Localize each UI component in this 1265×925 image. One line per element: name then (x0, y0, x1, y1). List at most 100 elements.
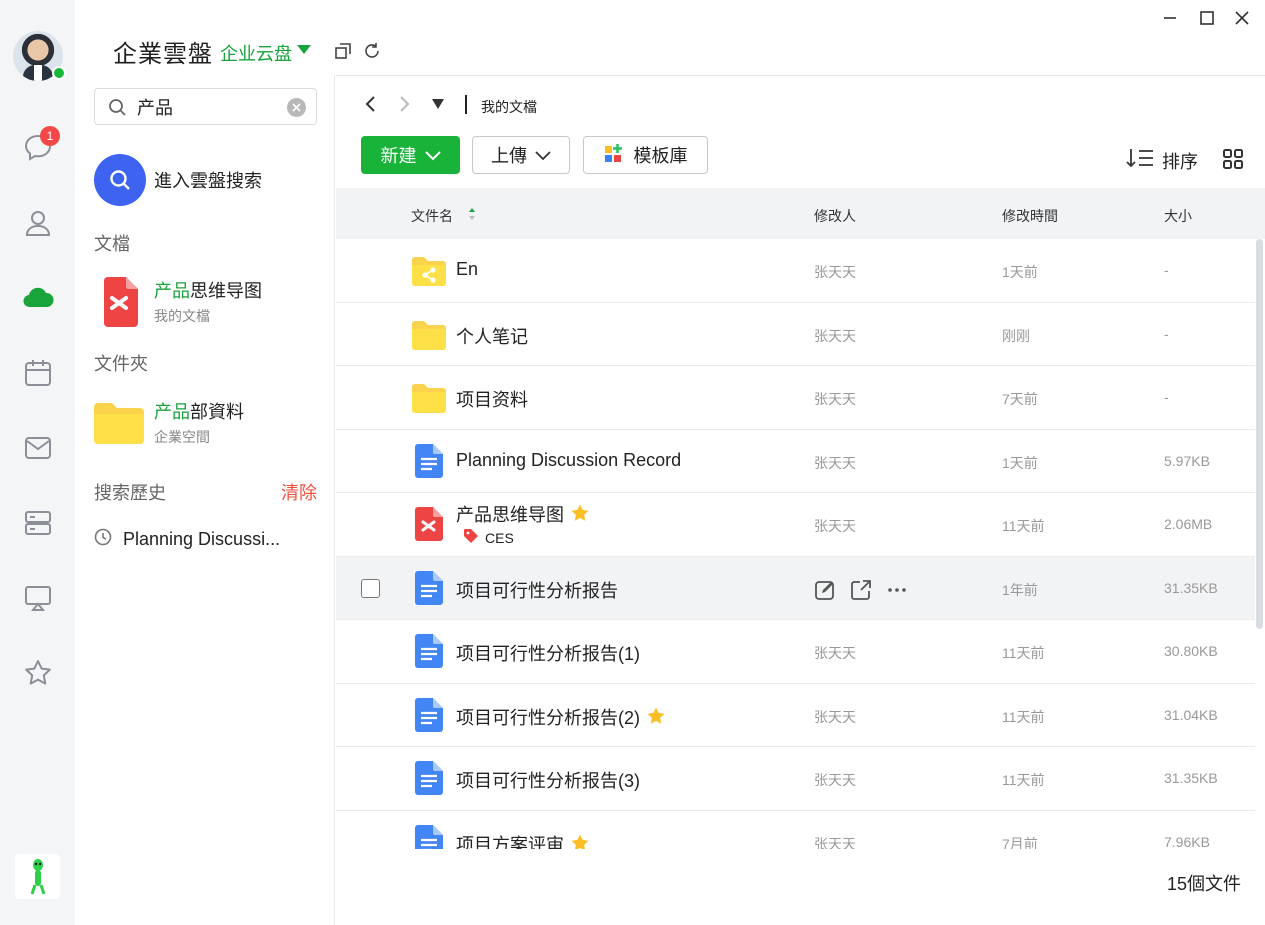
file-size: 7.96KB (1164, 833, 1210, 850)
calendar-icon[interactable] (19, 354, 57, 392)
search-icon (94, 154, 146, 206)
app-window: 1 企業雲盤 企业云盘 产品 進入雲盤搜索 文檔 产品思维导图 我的文檔 文件夾… (0, 0, 1265, 925)
maximize-button[interactable] (1197, 8, 1217, 28)
file-modified-time: 1天前 (1002, 264, 1038, 280)
close-button[interactable] (1232, 8, 1252, 28)
file-modified-time: 11天前 (1002, 708, 1045, 725)
file-size: - (1164, 262, 1169, 278)
file-modifier: 张天天 (814, 264, 856, 280)
file-name[interactable]: 项目可行性分析报告 (456, 577, 618, 603)
file-name[interactable]: 项目方案评审 (456, 831, 590, 849)
pop-out-icon[interactable] (334, 42, 352, 60)
doc-icon (415, 761, 443, 800)
sort-arrows-icon[interactable] (468, 206, 476, 227)
drive-selector[interactable]: 企业云盘 (220, 40, 292, 66)
column-time[interactable]: 修改時間 (1002, 206, 1058, 226)
more-icon[interactable] (886, 579, 908, 606)
table-row[interactable]: 产品思维导图 CES 张天天 11天前 2.06MB (336, 493, 1255, 557)
file-count: 15個文件 (1167, 874, 1242, 894)
search-icon (108, 98, 127, 122)
nav-rail: 1 (0, 0, 75, 925)
table-row[interactable]: 项目资料 张天天 7天前 - (336, 366, 1255, 430)
file-name[interactable]: 项目可行性分析报告(2) (456, 704, 666, 731)
back-arrow-icon[interactable] (363, 94, 379, 119)
forward-arrow-icon[interactable] (396, 94, 412, 119)
file-name[interactable]: 产品思维导图 (456, 501, 590, 528)
chevron-down-icon (535, 145, 551, 166)
search-box (94, 88, 317, 125)
table-row[interactable]: En 张天天 1天前 - (336, 239, 1255, 303)
doc-result[interactable]: 产品思维导图 我的文檔 (94, 277, 324, 327)
scrollbar[interactable] (1256, 239, 1263, 629)
new-button[interactable]: 新建 (361, 136, 460, 174)
cloud-drive-icon[interactable] (19, 279, 57, 317)
cloud-search-button[interactable]: 進入雲盤搜索 (94, 154, 324, 206)
file-modifier: 张天天 (814, 454, 856, 471)
doc-icon (415, 697, 443, 737)
file-name[interactable]: En (456, 259, 478, 280)
table-row[interactable]: 项目可行性分析报告 1年前 31.35KB (336, 556, 1255, 620)
file-name[interactable]: Planning Discussion Record (456, 450, 681, 471)
file-tag[interactable]: CES (463, 528, 514, 547)
server-icon[interactable] (19, 504, 57, 542)
column-size[interactable]: 大小 (1164, 206, 1192, 226)
file-modifier: 张天天 (814, 645, 856, 661)
history-section-label: 搜索歷史 (94, 483, 166, 503)
history-item[interactable]: Planning Discussi... (94, 528, 280, 551)
table-row[interactable]: 项目可行性分析报告(3) 张天天 11天前 31.35KB (336, 747, 1255, 811)
caret-down-icon[interactable] (297, 45, 311, 54)
app-brand: 企業雲盤 (113, 41, 213, 68)
mascot-icon[interactable] (15, 854, 60, 899)
folder-result[interactable]: 产品部資料 企業空間 (94, 398, 324, 448)
table-row[interactable]: Planning Discussion Record 张天天 1天前 5.97KB (336, 430, 1255, 493)
table-row[interactable]: 项目可行性分析报告(1) 张天天 11天前 30.80KB (336, 620, 1255, 684)
grid-view-icon[interactable] (1222, 148, 1244, 175)
doc-icon (415, 570, 443, 610)
file-size: 31.35KB (1164, 579, 1218, 596)
file-modified-time: 7月前 (1002, 835, 1038, 850)
starred-icon (646, 706, 666, 731)
edit-icon[interactable] (814, 579, 836, 606)
file-modified-time: 1天前 (1002, 454, 1038, 471)
folder-icon (94, 402, 144, 449)
template-library-button[interactable]: 模板庫 (583, 136, 708, 174)
mindmap-icon (415, 507, 443, 546)
row-checkbox[interactable] (361, 578, 380, 598)
file-modifier: 张天天 (814, 391, 856, 407)
file-name[interactable]: 个人笔记 (456, 323, 528, 349)
contacts-icon[interactable] (19, 204, 57, 242)
file-name[interactable]: 项目可行性分析报告(3) (456, 767, 640, 793)
column-name[interactable]: 文件名 (411, 206, 453, 226)
table-header: 文件名 修改人 修改時間 大小 (336, 188, 1265, 239)
file-modified-time: 11天前 (1002, 772, 1045, 788)
mail-icon[interactable] (19, 429, 57, 467)
minimize-button[interactable] (1160, 8, 1180, 28)
file-name[interactable]: 项目可行性分析报告(1) (456, 640, 640, 666)
file-modifier: 张天天 (814, 708, 856, 725)
table-row[interactable]: 项目可行性分析报告(2) 张天天 11天前 31.04KB (336, 684, 1255, 747)
doc-result-title: 产品思维导图 (154, 281, 262, 301)
file-name[interactable]: 项目资料 (456, 386, 528, 412)
breadcrumb[interactable]: 我的文檔 (481, 97, 537, 117)
file-size: - (1164, 325, 1169, 342)
clear-history-link[interactable]: 清除 (281, 479, 317, 505)
clear-search-icon[interactable] (287, 98, 306, 117)
history-dropdown-icon[interactable] (431, 97, 445, 115)
file-size: 5.97KB (1164, 452, 1210, 469)
column-modifier[interactable]: 修改人 (814, 206, 856, 226)
file-modifier: 张天天 (814, 835, 856, 850)
table-row[interactable]: 项目方案评审 张天天 7月前 7.96KB (336, 811, 1255, 850)
sort-button[interactable]: 排序 (1126, 147, 1198, 174)
doc-result-location: 我的文檔 (154, 308, 210, 324)
notification-badge: 1 (40, 126, 60, 146)
folder-result-title: 产品部資料 (154, 402, 244, 422)
upload-button[interactable]: 上傳 (472, 136, 570, 174)
folder-result-location: 企業空間 (154, 429, 210, 445)
refresh-icon[interactable] (363, 42, 381, 60)
share-icon[interactable] (850, 579, 872, 606)
table-row[interactable]: 个人笔记 张天天 刚刚 - (336, 303, 1255, 366)
search-input[interactable] (137, 95, 277, 119)
file-modified-time: 1年前 (1002, 581, 1038, 598)
star-icon[interactable] (19, 654, 57, 692)
screen-share-icon[interactable] (19, 579, 57, 617)
